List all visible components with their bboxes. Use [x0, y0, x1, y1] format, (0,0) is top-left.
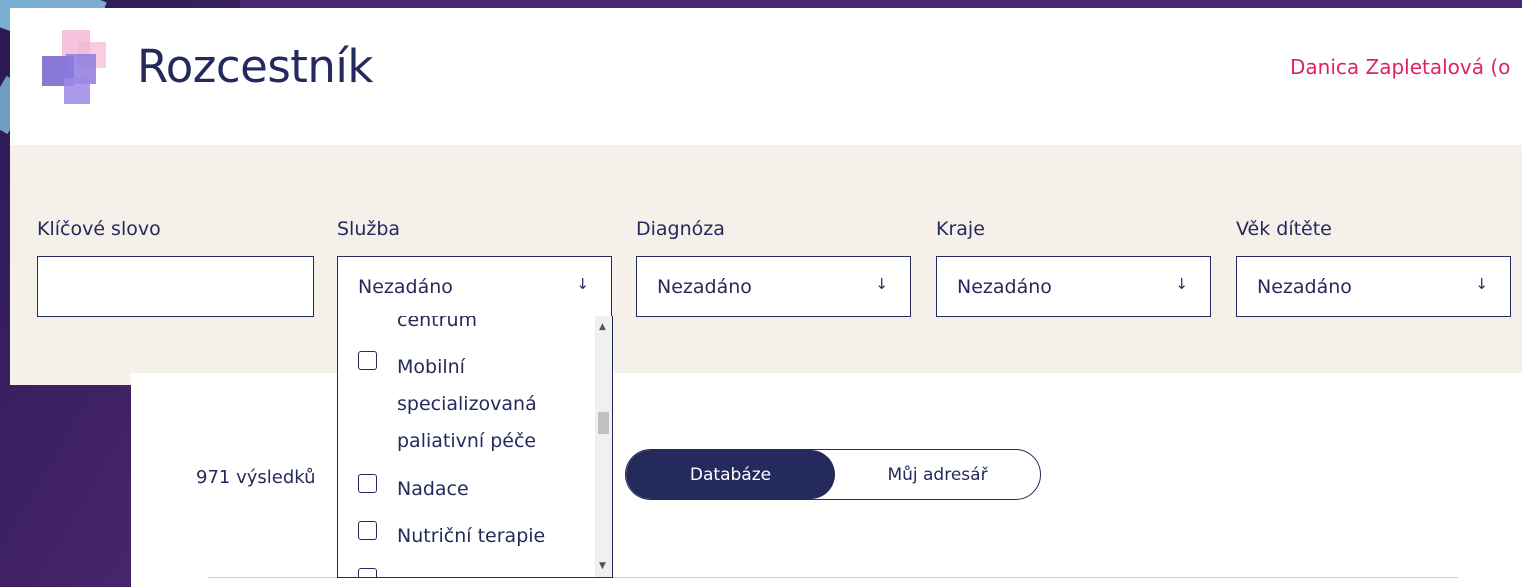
option-checkbox[interactable]	[358, 521, 377, 540]
option-checkbox[interactable]	[358, 351, 377, 370]
child-age-select[interactable]: Nezadáno ↓	[1236, 256, 1511, 317]
scroll-down-icon[interactable]: ▼	[599, 561, 606, 571]
filter-label-service: Služba	[337, 218, 401, 240]
option-checkbox[interactable]	[358, 568, 377, 577]
user-name-link[interactable]: Danica Zapletalová (o	[1290, 55, 1510, 79]
chevron-down-icon: ↓	[576, 275, 589, 293]
option-label[interactable]: Nutriční terapie	[397, 518, 545, 555]
scroll-up-icon[interactable]: ▲	[599, 322, 606, 332]
view-toggle: Databáze Můj adresář	[625, 449, 1041, 500]
header: Rozcestník Danica Zapletalová (o	[10, 8, 1522, 154]
child-age-select-value: Nezadáno	[1257, 276, 1352, 298]
filter-label-child-age: Věk dítěte	[1236, 218, 1332, 240]
region-select[interactable]: Nezadáno ↓	[936, 256, 1211, 317]
chevron-down-icon: ↓	[875, 275, 888, 293]
toggle-database[interactable]: Databáze	[626, 450, 835, 499]
filter-label-region: Kraje	[936, 218, 985, 240]
option-label[interactable]: paliativní péče	[397, 423, 536, 460]
filter-label-diagnosis: Diagnóza	[636, 218, 725, 240]
option-checkbox[interactable]	[358, 474, 377, 493]
results-count: 971 výsledků	[196, 467, 316, 488]
filter-label-keyword: Klíčové slovo	[37, 218, 161, 240]
option-partial-text: centrum	[397, 316, 477, 331]
option-label[interactable]: Nadace	[397, 471, 469, 508]
dropdown-scrollbar[interactable]: ▲ ▼	[595, 316, 612, 577]
app-title[interactable]: Rozcestník	[137, 40, 374, 93]
service-dropdown-list[interactable]: centrum Mobilní specializovaná paliativn…	[337, 316, 613, 578]
logo-icon[interactable]	[40, 28, 112, 108]
service-select-value: Nezadáno	[358, 276, 453, 298]
service-select[interactable]: Nezadáno ↓	[337, 256, 612, 317]
toggle-my-directory[interactable]: Můj adresář	[835, 450, 1040, 499]
option-label[interactable]: Mobilní	[397, 349, 465, 386]
option-label[interactable]: specializovaná	[397, 386, 537, 423]
chevron-down-icon: ↓	[1475, 275, 1488, 293]
diagnosis-select[interactable]: Nezadáno ↓	[636, 256, 911, 317]
diagnosis-select-value: Nezadáno	[657, 276, 752, 298]
keyword-input[interactable]	[37, 256, 314, 317]
region-select-value: Nezadáno	[957, 276, 1052, 298]
scroll-thumb[interactable]	[598, 412, 609, 434]
chevron-down-icon: ↓	[1175, 275, 1188, 293]
background-decoration	[240, 0, 1522, 8]
